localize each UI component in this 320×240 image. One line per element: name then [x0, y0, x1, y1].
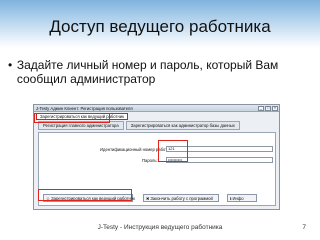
window-title: J-Testy Админ Клиент: Регистрация пользо…	[36, 105, 133, 111]
bullet-dot: •	[8, 58, 13, 72]
login-panel: Идентификационный номер работника: 121 П…	[38, 132, 276, 206]
password-input[interactable]: ••••••••••	[166, 157, 273, 163]
info-button[interactable]: ℹ Инфо	[227, 194, 257, 202]
maximize-icon[interactable]: □	[265, 105, 271, 111]
id-input[interactable]: 121	[166, 146, 273, 152]
info-button-label: Инфо	[232, 195, 244, 201]
tab-bar: Регистрация главного администратора Заре…	[34, 121, 279, 130]
close-button-label: Закончить работу с программой	[150, 195, 213, 201]
tab-register-db-admin[interactable]: Зарегистрироваться как администратор баз…	[125, 121, 240, 130]
window-titlebar: J-Testy Админ Клиент: Регистрация пользо…	[34, 105, 279, 112]
register-lead-worker-button[interactable]: ☺ Зарегистрироваться как ведущий работни…	[43, 194, 136, 202]
exit-icon: ✖	[146, 195, 150, 201]
menu-bar: Зарегистрироваться как ведущий работник	[34, 112, 279, 120]
slide-title: Доступ ведущего работника	[49, 17, 271, 36]
page-number: 7	[302, 224, 306, 231]
minimize-icon[interactable]: _	[258, 105, 264, 111]
close-program-button[interactable]: ✖ Закончить работу с программой	[143, 194, 219, 202]
register-button-label: Зарегистрироваться как ведущий работник	[51, 195, 136, 201]
bullet-text: Задайте личный номер и пароль, который В…	[16, 58, 279, 86]
menu-item-register-lead-worker[interactable]: Зарегистрироваться как ведущий работник	[36, 112, 128, 120]
tab-register-main-admin[interactable]: Регистрация главного администратора	[38, 121, 124, 130]
slide-footer: J-Testy - Инструкция ведущего работника	[97, 224, 223, 231]
app-window: J-Testy Админ Клиент: Регистрация пользо…	[33, 104, 280, 210]
user-icon: ☺	[46, 195, 51, 201]
close-icon[interactable]: ×	[272, 105, 278, 111]
bullet-item: • Задайте личный номер и пароль, который…	[8, 58, 314, 86]
info-icon: ℹ	[230, 195, 232, 201]
password-label: Пароль:	[142, 158, 158, 163]
